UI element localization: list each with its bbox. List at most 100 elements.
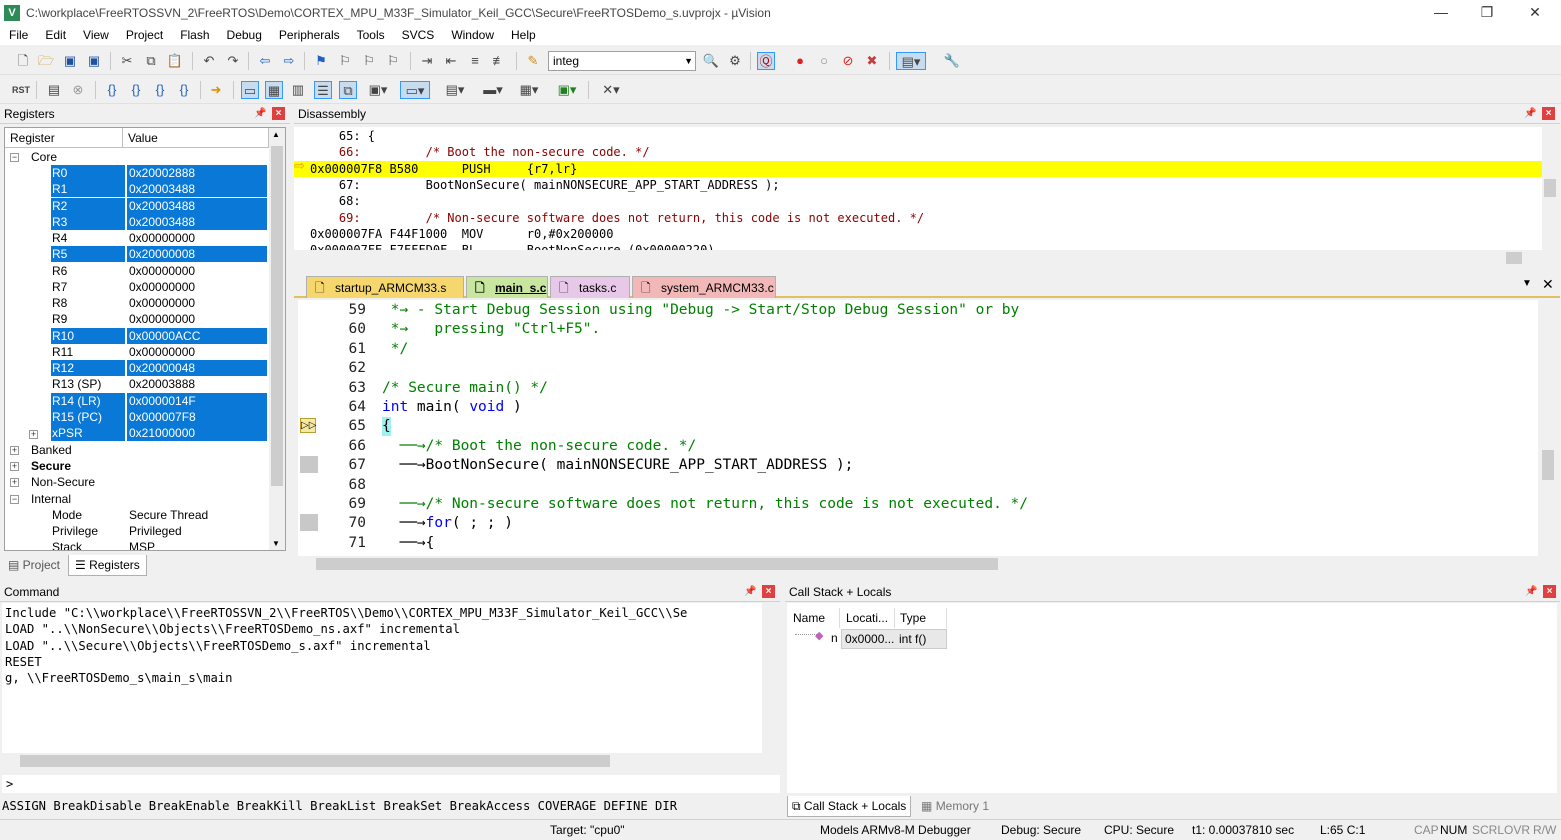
menu-flash[interactable]: Flash — [171, 28, 217, 42]
minimize-button[interactable]: — — [1418, 0, 1464, 25]
symbols-window-icon[interactable]: ▥ — [289, 81, 307, 99]
menu-tools[interactable]: Tools — [348, 28, 393, 42]
incremental-find-icon[interactable]: 🔍 — [702, 52, 720, 70]
code-line[interactable]: 65{ — [298, 417, 1538, 437]
register-value[interactable]: 0x00000000 — [127, 344, 267, 360]
register-value[interactable]: 0x00000000 — [127, 295, 267, 311]
pin-icon[interactable]: 📌 — [744, 586, 756, 598]
disassembly-vscrollbar[interactable] — [1542, 127, 1558, 250]
register-column-header[interactable]: Register — [5, 128, 123, 148]
register-row[interactable]: R9 0x00000000 — [5, 311, 267, 327]
disassembly-line[interactable]: 69: /* Non-secure software does not retu… — [294, 210, 1542, 226]
code-line[interactable]: 63 /* Secure main() */ — [298, 379, 1538, 398]
pin-icon[interactable]: 📌 — [1525, 586, 1537, 598]
registers-window-icon[interactable]: ☰ — [314, 81, 332, 99]
locals-row-name[interactable]: n — [831, 631, 838, 645]
undo-icon[interactable]: ↶ — [200, 52, 218, 70]
registers-scrollbar[interactable]: ▲ ▼ — [269, 128, 285, 550]
register-row[interactable]: R14 (LR) 0x0000014F — [5, 392, 267, 409]
navigate-forward-icon[interactable]: ⇨ — [280, 52, 298, 70]
close-editor-icon[interactable]: ✕ — [1542, 276, 1554, 293]
disassembly-line[interactable]: 0x000007FA F44F1000 MOV r0,#0x200000 — [294, 226, 1542, 242]
register-row[interactable]: R8 0x00000000 — [5, 295, 267, 311]
prev-bookmark-icon[interactable]: ⚐ — [336, 52, 354, 70]
chevron-down-icon[interactable]: ▼ — [684, 52, 693, 70]
open-folder-icon[interactable]: 🗁 — [37, 52, 55, 70]
register-row[interactable]: R5 0x20000008 — [5, 246, 267, 263]
secure-group-label[interactable]: Secure — [31, 459, 71, 473]
register-value[interactable]: 0x20003488 — [127, 181, 267, 198]
redo-icon[interactable]: ↷ — [224, 52, 242, 70]
editor-tab[interactable]: 🗋 tasks.c — [550, 276, 630, 298]
show-next-statement-icon[interactable]: ➜ — [207, 81, 225, 99]
code-line[interactable]: 68 — [298, 476, 1538, 495]
save-icon[interactable]: ▣ — [61, 52, 79, 70]
configure-icon[interactable]: 🔧 — [943, 52, 961, 70]
code-line[interactable]: 61 */ — [298, 340, 1538, 359]
command-window-icon[interactable]: ▭ — [241, 81, 259, 99]
nonsecure-group-label[interactable]: Non-Secure — [31, 475, 95, 489]
kill-breakpoints-icon[interactable]: ✖ — [863, 52, 881, 70]
code-line[interactable]: 69 ──→/* Non-secure software does not re… — [298, 495, 1538, 514]
editor-tab[interactable]: 🗋 main_s.c — [466, 276, 548, 298]
new-file-icon[interactable]: 🗋 — [14, 52, 32, 70]
register-row[interactable]: R6 0x00000000 — [5, 263, 267, 279]
menu-file[interactable]: File — [0, 28, 36, 42]
close-icon[interactable]: × — [1542, 107, 1555, 120]
register-value[interactable]: 0x00000000 — [127, 279, 267, 295]
disable-breakpoints-icon[interactable]: ⊘ — [839, 52, 857, 70]
tab-registers[interactable]: ☰ Registers — [68, 555, 147, 576]
step-out-icon[interactable]: {} — [151, 81, 169, 99]
code-line[interactable]: 71 ──→{ — [298, 534, 1538, 553]
disassembly-window[interactable]: 65: { 66: /* Boot the non-secure code. *… — [294, 127, 1542, 250]
command-vscrollbar[interactable] — [762, 603, 778, 753]
register-value[interactable]: 0x20002888 — [127, 165, 267, 181]
core-group-label[interactable]: Core — [31, 150, 57, 164]
insert-breakpoint-icon[interactable]: ● — [791, 52, 809, 70]
register-row[interactable]: R12 0x20000048 — [5, 360, 267, 376]
window-layout-icon[interactable]: ▤▾ — [896, 52, 926, 70]
register-row[interactable]: R13 (SP) 0x20003888 — [5, 376, 267, 392]
code-line[interactable]: 60 *→ pressing "Ctrl+F5". — [298, 320, 1538, 339]
menu-window[interactable]: Window — [442, 28, 502, 42]
toolbox-icon[interactable]: ✕▾ — [596, 81, 626, 99]
internal-group-label[interactable]: Internal — [31, 492, 71, 506]
expand-secure-icon[interactable]: + — [10, 462, 19, 471]
menu-svcs[interactable]: SVCS — [393, 28, 443, 42]
disassembly-line[interactable]: 0x000007FE F7FFFD0F BL BootNonSecure (0x… — [294, 242, 1542, 250]
value-column-header[interactable]: Value — [123, 128, 269, 148]
cut-icon[interactable]: ✂ — [118, 52, 136, 70]
tab-memory-1[interactable]: ▦ Memory 1 — [917, 797, 993, 816]
register-value[interactable]: 0x20003488 — [127, 197, 267, 214]
tab-project[interactable]: ▤ Project — [4, 556, 64, 575]
locals-type-header[interactable]: Type — [895, 608, 947, 628]
register-value[interactable]: 0x00000000 — [127, 263, 267, 279]
register-value[interactable]: 0x00000ACC — [127, 327, 267, 344]
step-into-icon[interactable]: {} — [103, 81, 121, 99]
save-all-icon[interactable]: ▣ — [85, 52, 103, 70]
pin-icon[interactable]: 📌 — [1524, 108, 1536, 120]
register-row[interactable]: xPSR 0x21000000 — [5, 425, 267, 441]
register-row[interactable]: R11 0x00000000 — [5, 344, 267, 360]
close-icon[interactable]: × — [1543, 585, 1556, 598]
menu-view[interactable]: View — [74, 28, 117, 42]
tab-call-stack-locals[interactable]: ⧉ Call Stack + Locals — [787, 796, 912, 817]
disassembly-hscrollbar[interactable] — [294, 250, 1542, 266]
bookmark-icon[interactable]: ⚑ — [312, 52, 330, 70]
editor-tab[interactable]: 🗋 startup_ARMCM33.s — [306, 276, 464, 298]
maximize-button[interactable]: ❐ — [1464, 0, 1510, 25]
register-value[interactable]: 0x00000000 — [127, 311, 267, 327]
locals-location-header[interactable]: Locati... — [841, 608, 895, 628]
register-row[interactable]: R4 0x00000000 — [5, 230, 267, 246]
trace-window-icon[interactable]: ▦▾ — [514, 81, 544, 99]
watch-window-icon[interactable]: ▣▾ — [363, 81, 393, 99]
serial-window-icon[interactable]: ▤▾ — [440, 81, 470, 99]
register-row[interactable]: R2 0x20003488 — [5, 197, 267, 214]
register-value[interactable]: 0x20003488 — [127, 213, 267, 230]
register-value[interactable]: 0x0000014F — [127, 392, 267, 409]
comment-icon[interactable]: ≡ — [466, 52, 484, 70]
collapse-internal-icon[interactable]: − — [10, 495, 19, 504]
register-row[interactable]: R0 0x20002888 — [5, 165, 267, 181]
menu-project[interactable]: Project — [117, 28, 171, 42]
register-row[interactable]: R10 0x00000ACC — [5, 327, 267, 344]
